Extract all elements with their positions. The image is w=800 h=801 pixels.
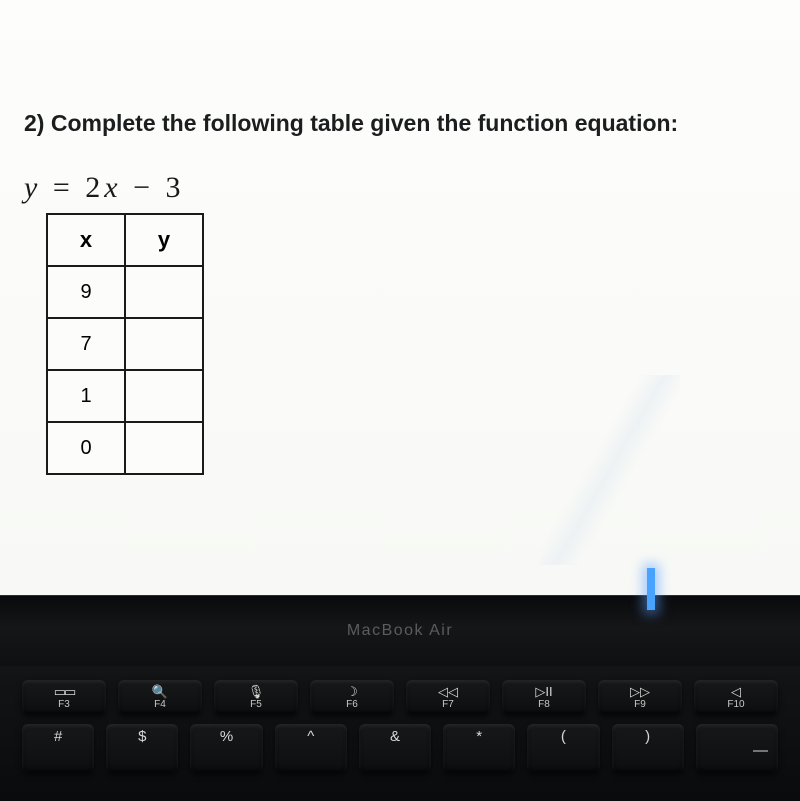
table-row: 9: [47, 266, 203, 318]
mission-control-icon: ▭▭: [54, 685, 75, 698]
table-row: 1: [47, 370, 203, 422]
f6-key[interactable]: ☽ F6: [310, 680, 394, 714]
number-key[interactable]: $: [106, 724, 178, 772]
number-key[interactable]: (: [527, 724, 599, 772]
function-table: x y 9 7 1 0: [46, 213, 204, 475]
col-header-y: y: [125, 214, 203, 266]
equation-lhs: y: [24, 171, 41, 204]
f9-key[interactable]: ▷▷ F9: [598, 680, 682, 714]
f7-key[interactable]: ◁◁ F7: [406, 680, 490, 714]
y-cell[interactable]: [125, 318, 203, 370]
question-prompt: 2) Complete the following table given th…: [24, 110, 770, 137]
f3-key[interactable]: ▭▭ F3: [22, 680, 106, 714]
mic-icon: 🎙: [248, 685, 265, 698]
number-key[interactable]: —: [696, 724, 778, 772]
number-key[interactable]: #: [22, 724, 94, 772]
laptop-bezel: MacBook Air: [0, 595, 800, 666]
play-pause-icon: ▷II: [535, 685, 552, 698]
x-cell: 9: [47, 266, 125, 318]
f8-key[interactable]: ▷II F8: [502, 680, 586, 714]
number-key[interactable]: ^: [275, 724, 347, 772]
y-cell[interactable]: [125, 422, 203, 474]
mute-icon: ◁: [731, 685, 741, 698]
table-row: 7: [47, 318, 203, 370]
search-icon: 🔍: [152, 685, 168, 698]
number-key[interactable]: &: [359, 724, 431, 772]
f10-key[interactable]: ◁ F10: [694, 680, 778, 714]
number-key[interactable]: *: [443, 724, 515, 772]
function-key-row: ▭▭ F3 🔍 F4 🎙 F5 ☽ F6 ◁◁ F7 ▷II F8 ▷▷ F9 …: [22, 680, 778, 714]
laptop-model: MacBook Air: [347, 622, 453, 640]
x-cell: 7: [47, 318, 125, 370]
y-cell[interactable]: [125, 266, 203, 318]
variable: x: [104, 171, 121, 204]
worksheet-area: 2) Complete the following table given th…: [0, 0, 800, 595]
number-key[interactable]: %: [190, 724, 262, 772]
number-key-row: # $ % ^ & * ( ) —: [22, 724, 778, 772]
keyboard: ▭▭ F3 🔍 F4 🎙 F5 ☽ F6 ◁◁ F7 ▷II F8 ▷▷ F9 …: [0, 666, 800, 801]
minus-sign: −: [133, 171, 154, 204]
constant: 3: [166, 171, 185, 204]
coefficient: 2: [85, 171, 104, 204]
f5-key[interactable]: 🎙 F5: [214, 680, 298, 714]
equals-sign: =: [53, 171, 74, 204]
function-equation: y = 2x − 3: [24, 171, 770, 205]
col-header-x: x: [47, 214, 125, 266]
forward-icon: ▷▷: [630, 685, 650, 698]
y-cell[interactable]: [125, 370, 203, 422]
rewind-icon: ◁◁: [438, 685, 458, 698]
screen-reflection: [540, 375, 680, 565]
f4-key[interactable]: 🔍 F4: [118, 680, 202, 714]
number-key[interactable]: ): [612, 724, 684, 772]
x-cell: 1: [47, 370, 125, 422]
table-row: 0: [47, 422, 203, 474]
indicator-light: [647, 568, 655, 610]
moon-icon: ☽: [346, 685, 358, 698]
x-cell: 0: [47, 422, 125, 474]
